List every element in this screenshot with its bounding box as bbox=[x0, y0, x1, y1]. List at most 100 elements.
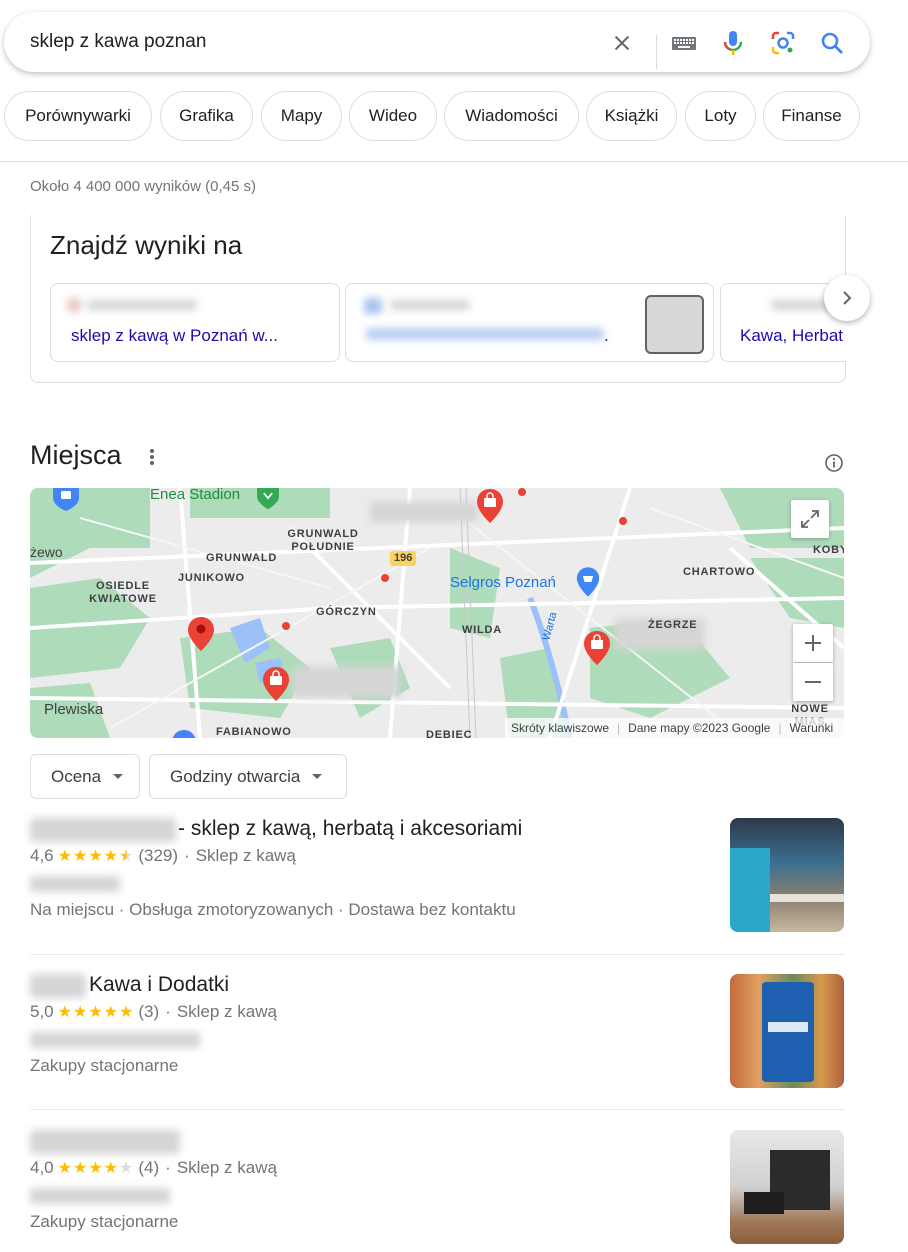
find-result-link-1[interactable]: sklep z kawą w Poznań w... bbox=[71, 326, 278, 346]
place-rating-row: 5,0 ★★★★★ (3) · Sklep z kawą bbox=[30, 1002, 277, 1022]
map-pin-icon[interactable] bbox=[256, 488, 280, 510]
place-title[interactable]: - sklep z kawą, herbatą i akcesoriami bbox=[178, 817, 522, 841]
chevron-right-icon[interactable] bbox=[824, 275, 870, 321]
place-title[interactable]: Kawa i Dodatki bbox=[89, 973, 229, 997]
map[interactable]: Enea Stadion GRUNWALD POŁUDNIE GRUNWALD … bbox=[30, 488, 844, 738]
terms-link[interactable]: Warunki bbox=[790, 721, 834, 735]
map-pin-icon[interactable] bbox=[170, 728, 198, 738]
meta-separator: · bbox=[184, 846, 190, 865]
place-rating-row: 4,6 ★★★★★ (329) · Sklep z kawą bbox=[30, 846, 296, 866]
map-base bbox=[30, 488, 844, 738]
chip-mapy[interactable]: Mapy bbox=[261, 91, 342, 141]
find-result-link-3[interactable]: Kawa, Herbat bbox=[740, 326, 843, 346]
place-name-redacted bbox=[30, 1130, 180, 1154]
map-dot[interactable] bbox=[518, 488, 526, 496]
keyboard-icon[interactable] bbox=[670, 30, 698, 56]
find-result-card-2[interactable]: . bbox=[345, 283, 714, 362]
chip-wiadomosci[interactable]: Wiadomości bbox=[444, 91, 579, 141]
result-stats: Około 4 400 000 wyników (0,45 s) bbox=[30, 178, 256, 195]
find-results-title: Znajdź wyniki na bbox=[50, 230, 243, 260]
chip-loty[interactable]: Loty bbox=[685, 91, 756, 141]
result-divider bbox=[30, 1109, 844, 1110]
chip-grafika[interactable]: Grafika bbox=[160, 91, 253, 141]
find-result-link-2[interactable]: . bbox=[604, 326, 609, 346]
attribution-separator: | bbox=[778, 721, 782, 735]
rating-value: 5,0 bbox=[30, 1002, 54, 1021]
map-label: Enea Stadion bbox=[150, 488, 241, 503]
map-label: Plewiska bbox=[44, 701, 104, 718]
place-category: Sklep z kawą bbox=[195, 846, 296, 865]
map-label: FABIANOWO bbox=[216, 726, 292, 738]
chip-porownywarki[interactable]: Porównywarki bbox=[4, 91, 152, 141]
zoom-in-icon[interactable] bbox=[793, 624, 833, 662]
chevron-down-icon bbox=[113, 774, 124, 779]
search-box[interactable]: sklep z kawa poznan bbox=[4, 12, 870, 72]
map-dot[interactable] bbox=[282, 622, 290, 630]
places-title: Miejsca bbox=[30, 440, 122, 470]
map-label: DEBIEC bbox=[426, 729, 473, 738]
place-name-redacted bbox=[30, 974, 86, 998]
place-category: Sklep z kawą bbox=[176, 1002, 277, 1021]
site-name-redacted bbox=[390, 300, 470, 310]
map-dot[interactable] bbox=[381, 574, 389, 582]
keyboard-shortcuts-link[interactable]: Skróty klawiszowe bbox=[511, 721, 609, 735]
zoom-out-icon[interactable] bbox=[793, 663, 833, 701]
route-badge: 196 bbox=[390, 551, 417, 566]
chip-ksiazki[interactable]: Książki bbox=[586, 91, 677, 141]
map-label: OSIEDLE KWIATOWE bbox=[89, 580, 157, 605]
map-label: KOBY bbox=[813, 544, 844, 556]
site-name-redacted bbox=[87, 300, 197, 310]
map-pin-icon[interactable] bbox=[187, 616, 215, 652]
lens-icon[interactable] bbox=[770, 30, 796, 56]
place-photo[interactable] bbox=[730, 818, 844, 932]
map-label: Selgros Poznań bbox=[450, 574, 556, 591]
clear-icon[interactable] bbox=[609, 30, 635, 56]
place-photo[interactable] bbox=[730, 1130, 844, 1244]
chip-wideo[interactable]: Wideo bbox=[349, 91, 437, 141]
chip-finanse[interactable]: Finanse bbox=[763, 91, 860, 141]
shopping-pin-icon[interactable] bbox=[583, 630, 611, 666]
map-label: ŻEGRZE bbox=[648, 619, 698, 631]
map-label: GRUNWALD bbox=[206, 552, 278, 564]
result-divider bbox=[30, 954, 844, 955]
place-label-redacted bbox=[370, 502, 478, 522]
place-services: Zakupy stacjonarne bbox=[30, 1056, 179, 1075]
search-icon[interactable] bbox=[819, 30, 845, 56]
shopping-pin-icon[interactable] bbox=[262, 666, 290, 702]
rating-value: 4,0 bbox=[30, 1158, 54, 1177]
review-count[interactable]: (329) bbox=[138, 846, 178, 866]
shopping-pin-icon[interactable] bbox=[476, 488, 504, 524]
site-favicon bbox=[67, 298, 81, 312]
map-dot[interactable] bbox=[619, 517, 627, 525]
place-photo[interactable] bbox=[730, 974, 844, 1088]
meta-separator: · bbox=[165, 1002, 171, 1021]
info-icon[interactable] bbox=[824, 453, 844, 473]
place-rating-row: 4,0 ★★★★★ (4) · Sklep z kawą bbox=[30, 1158, 277, 1178]
rating-filter[interactable]: Ocena bbox=[30, 754, 140, 799]
place-label-redacted bbox=[292, 666, 400, 698]
find-result-card-1[interactable]: sklep z kawą w Poznań w... bbox=[50, 283, 340, 362]
rating-value: 4,6 bbox=[30, 846, 54, 865]
hours-filter[interactable]: Godziny otwarcia bbox=[149, 754, 347, 799]
search-input[interactable]: sklep z kawa poznan bbox=[30, 31, 206, 53]
review-count[interactable]: (3) bbox=[138, 1002, 159, 1022]
link-redacted bbox=[366, 328, 604, 340]
shopping-pin-icon[interactable] bbox=[576, 566, 600, 598]
review-count[interactable]: (4) bbox=[138, 1158, 159, 1178]
star-rating: ★★★★★ bbox=[57, 1004, 135, 1021]
place-services: Zakupy stacjonarne bbox=[30, 1212, 179, 1231]
shopping-pin-icon[interactable] bbox=[52, 488, 80, 512]
map-label: CHARTOWO bbox=[683, 566, 756, 578]
map-label: JUNIKOWO bbox=[178, 572, 245, 584]
more-vert-icon[interactable] bbox=[142, 446, 162, 468]
place-name-redacted bbox=[30, 818, 176, 842]
map-label: GÓRCZYN bbox=[316, 606, 377, 618]
mic-icon[interactable] bbox=[720, 30, 746, 56]
map-label: żewo bbox=[30, 544, 63, 560]
expand-icon[interactable] bbox=[791, 500, 829, 538]
meta-separator: · bbox=[165, 1158, 171, 1177]
attribution-separator: | bbox=[617, 721, 621, 735]
place-category: Sklep z kawą bbox=[176, 1158, 277, 1177]
site-favicon bbox=[364, 298, 382, 314]
map-label: GRUNWALD POŁUDNIE bbox=[287, 528, 359, 553]
